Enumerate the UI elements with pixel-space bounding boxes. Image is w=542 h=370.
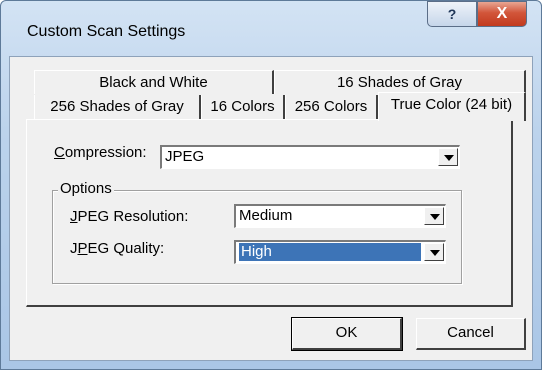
jpeg-quality-label: JPEG Quality: (70, 240, 165, 257)
compression-label: Compression: (54, 144, 147, 161)
jpeg-quality-dropdown[interactable]: High (234, 240, 446, 264)
close-button[interactable]: X (477, 1, 527, 27)
tab-256-shades-of-gray[interactable]: 256 Shades of Gray (34, 95, 201, 119)
ok-button[interactable]: OK (291, 317, 403, 351)
chevron-down-icon[interactable] (438, 148, 458, 166)
chevron-down-icon[interactable] (424, 207, 444, 225)
compression-dropdown[interactable]: JPEG (160, 145, 460, 169)
help-button[interactable]: ? (427, 1, 477, 27)
tab-256-colors[interactable]: 256 Colors (285, 95, 378, 119)
tab-16-shades-of-gray[interactable]: 16 Shades of Gray (274, 70, 526, 94)
options-legend: Options (58, 180, 114, 197)
chevron-down-icon[interactable] (424, 243, 444, 261)
tab-true-color-24-bit[interactable]: True Color (24 bit) (378, 92, 526, 121)
compression-value: JPEG (165, 148, 205, 165)
cancel-button[interactable]: Cancel (416, 318, 526, 350)
tab-16-colors[interactable]: 16 Colors (201, 95, 285, 119)
jpeg-resolution-label: JPEG Resolution: (70, 208, 189, 225)
jpeg-quality-value: High (239, 243, 421, 261)
jpeg-resolution-value: Medium (239, 207, 293, 224)
tab-black-and-white[interactable]: Black and White (34, 70, 274, 94)
jpeg-resolution-dropdown[interactable]: Medium (234, 204, 446, 228)
window-title: Custom Scan Settings (27, 23, 186, 40)
